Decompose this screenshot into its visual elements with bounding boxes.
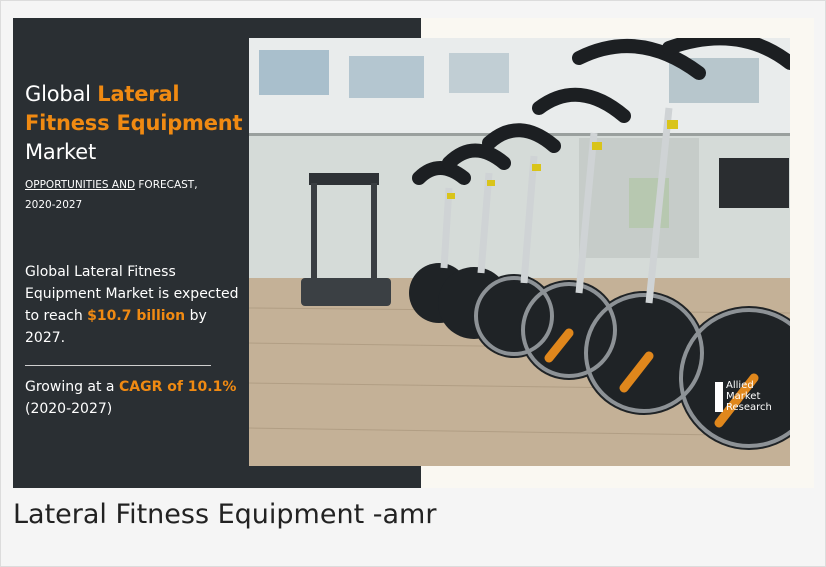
allied-market-research-logo-icon [715,382,723,412]
banner-subtitle: OPPORTUNITIES AND FORECAST, 2020-2027 [25,175,198,215]
gym-photo [249,38,790,466]
market-size-value: $10.7 billion [87,308,186,324]
title-fitness-equipment: Fitness Equipment [25,111,243,135]
infographic-banner: Allied Market Research Global Lateral Fi… [13,18,814,488]
cagr-period: (2020-2027) [25,401,113,417]
brand-line-3: Research [726,402,772,413]
subtitle-years: 2020-2027 [25,199,83,211]
cagr-statement: Growing at a CAGR of 10.1% (2020-2027) [25,376,255,420]
banner-title: Global Lateral Fitness Equipment Market [25,80,265,167]
image-frame: Allied Market Research Global Lateral Fi… [0,0,826,567]
divider [25,365,211,366]
market-size-statement: Global Lateral Fitness Equipment Market … [25,261,245,349]
title-market: Market [25,140,96,164]
brand-logo: Allied Market Research [715,380,795,416]
subtitle-opportunities: OPPORTUNITIES AND [25,179,136,191]
brand-name: Allied Market Research [726,380,796,413]
cagr-value: CAGR of 10.1% [118,379,237,395]
brand-line-2: Market [726,391,761,402]
brand-line-1: Allied [726,380,754,391]
cagr-prefix: Growing at a [25,379,119,395]
title-global: Global [25,82,98,106]
image-caption: Lateral Fitness Equipment -amr [13,499,437,530]
title-lateral: Lateral [97,82,180,106]
subtitle-forecast: FORECAST, [135,179,198,191]
gym-scene-illustration [249,38,790,466]
